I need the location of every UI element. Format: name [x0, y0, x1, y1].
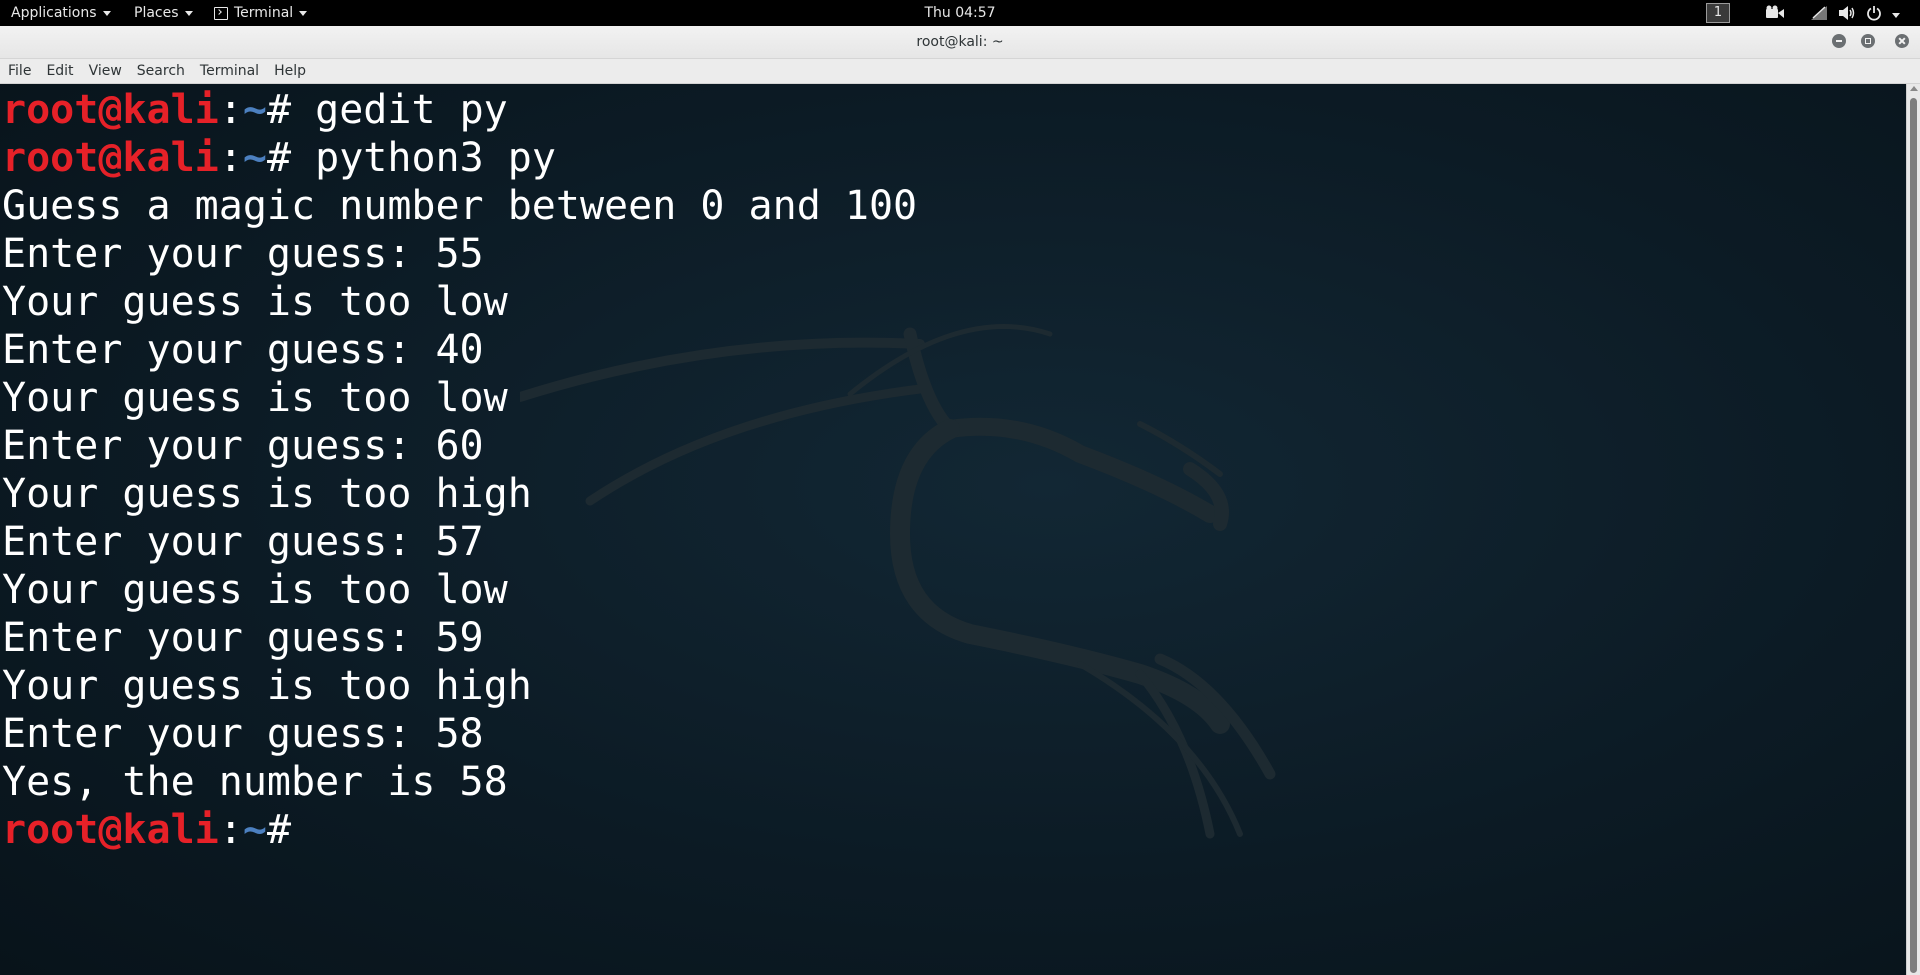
- prompt-path: ~: [242, 807, 267, 853]
- command-text: gedit py: [315, 87, 508, 133]
- window-titlebar[interactable]: root@kali: ~: [0, 26, 1920, 59]
- menu-file[interactable]: File: [0, 59, 38, 83]
- output-line: Enter your guess: 60: [2, 423, 484, 469]
- output-line: Your guess is too low: [2, 567, 508, 613]
- output-line: Enter your guess: 40: [2, 327, 484, 373]
- scroll-up-icon[interactable]: [1910, 86, 1918, 91]
- power-icon[interactable]: [1866, 4, 1882, 22]
- menu-terminal[interactable]: Terminal: [192, 59, 266, 83]
- menubar: File Edit View Search Terminal Help: [0, 59, 1920, 84]
- prompt-symbol: #: [266, 87, 316, 133]
- prompt-user-host: root@kali: [2, 135, 219, 181]
- command-text: python3 py: [315, 135, 556, 181]
- terminal-output: root@kali:~# gedit py root@kali:~# python…: [2, 84, 917, 854]
- prompt-symbol: #: [266, 807, 316, 853]
- window-title: root@kali: ~: [916, 34, 1004, 50]
- output-line: Enter your guess: 57: [2, 519, 484, 565]
- terminal-scrollbar[interactable]: [1906, 84, 1920, 975]
- menu-search[interactable]: Search: [129, 59, 192, 83]
- video-camera-icon[interactable]: [1765, 4, 1785, 22]
- prompt-colon: :: [218, 87, 243, 133]
- prompt-line: root@kali:~#: [2, 806, 917, 854]
- output-line: Enter your guess: 55: [2, 231, 484, 277]
- output-line: Your guess is too low: [2, 375, 508, 421]
- prompt-line: root@kali:~# gedit py: [2, 86, 917, 134]
- menu-help[interactable]: Help: [266, 59, 313, 83]
- system-menu-caret: [1892, 12, 1900, 18]
- prompt-line: root@kali:~# python3 py: [2, 134, 917, 182]
- output-line: Your guess is too high: [2, 663, 532, 709]
- menu-edit[interactable]: Edit: [38, 59, 80, 83]
- top-panel: Applications Places Terminal Thu 04:57 1: [0, 0, 1920, 26]
- scroll-thumb[interactable]: [1910, 98, 1917, 973]
- menu-view[interactable]: View: [81, 59, 129, 83]
- close-button[interactable]: [1895, 34, 1909, 48]
- prompt-colon: :: [218, 807, 243, 853]
- prompt-user-host: root@kali: [2, 87, 219, 133]
- output-line: Yes, the number is 58: [2, 759, 508, 805]
- prompt-path: ~: [242, 87, 267, 133]
- network-disabled-icon[interactable]: [1810, 4, 1828, 22]
- workspace-indicator[interactable]: 1: [1706, 3, 1730, 23]
- output-line: Enter your guess: 58: [2, 711, 484, 757]
- prompt-path: ~: [242, 135, 267, 181]
- minimize-button[interactable]: [1832, 34, 1846, 48]
- prompt-colon: :: [218, 135, 243, 181]
- output-line: Your guess is too high: [2, 471, 532, 517]
- maximize-button[interactable]: [1861, 34, 1875, 48]
- chevron-down-icon[interactable]: [1892, 6, 1900, 24]
- output-line: Enter your guess: 59: [2, 615, 484, 661]
- volume-icon[interactable]: [1838, 4, 1856, 22]
- clock-label: Thu 04:57: [924, 5, 996, 21]
- prompt-symbol: #: [266, 135, 316, 181]
- clock[interactable]: Thu 04:57: [0, 0, 1920, 26]
- terminal-area[interactable]: root@kali:~# gedit py root@kali:~# python…: [0, 84, 1906, 975]
- output-line: Your guess is too low: [2, 279, 508, 325]
- output-line: Guess a magic number between 0 and 100: [2, 183, 918, 229]
- prompt-user-host: root@kali: [2, 807, 219, 853]
